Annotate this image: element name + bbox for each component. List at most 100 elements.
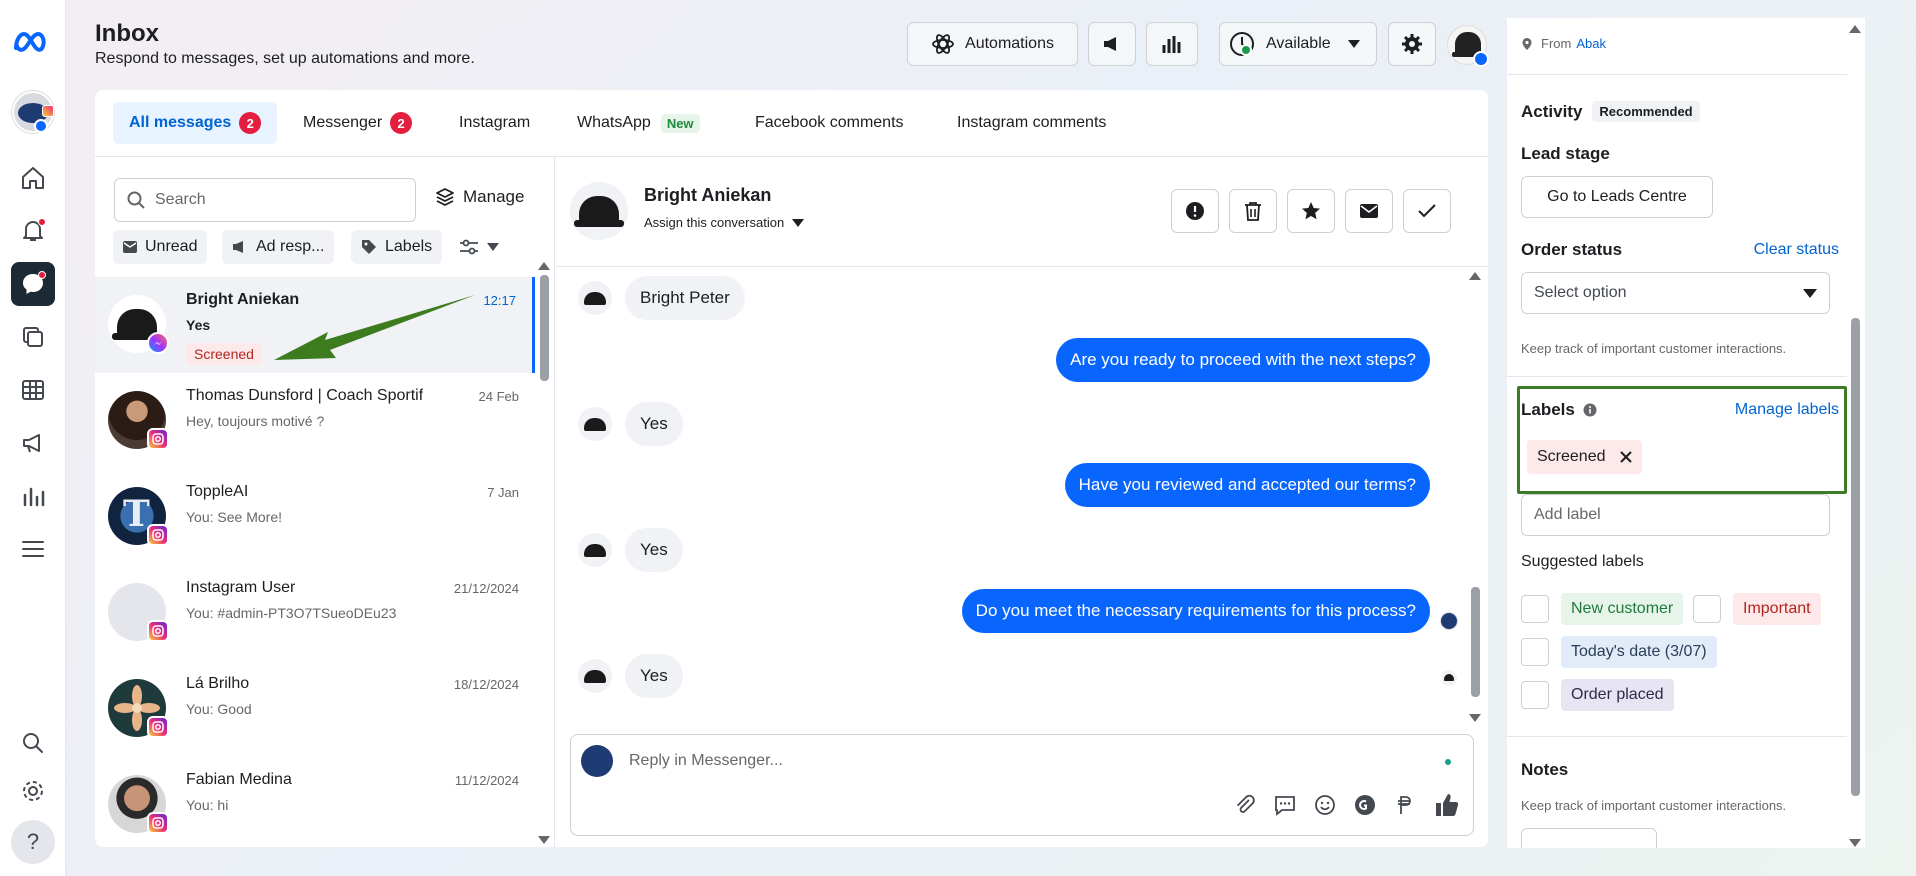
tab-facebook-comments[interactable]: Facebook comments bbox=[739, 102, 920, 144]
contact-name: Lá Brilho bbox=[186, 675, 250, 692]
conversation-item[interactable]: Lá Brilho You: Good 18/12/2024 bbox=[95, 661, 535, 757]
campaign-button[interactable] bbox=[1088, 22, 1136, 66]
chevron-down-icon bbox=[1803, 288, 1817, 298]
tab-instagram-comments[interactable]: Instagram comments bbox=[941, 102, 1122, 144]
details-scrollbar[interactable] bbox=[1847, 18, 1863, 848]
recommended-badge: Recommended bbox=[1592, 101, 1700, 122]
chevron-down-icon bbox=[487, 243, 499, 251]
online-dot bbox=[1445, 759, 1451, 765]
filter-settings[interactable] bbox=[449, 230, 509, 264]
order-status-help: Keep track of important customer interac… bbox=[1521, 341, 1787, 356]
conversation-item[interactable]: Thomas Dunsford | Coach Sportif Hey, tou… bbox=[95, 373, 535, 469]
list-scrollbar[interactable] bbox=[537, 257, 551, 847]
search-field[interactable]: Search bbox=[114, 178, 416, 222]
thumbs-up-icon[interactable] bbox=[1433, 792, 1459, 818]
tab-instagram[interactable]: Instagram bbox=[443, 102, 546, 144]
menu-hamburger-icon[interactable] bbox=[11, 527, 55, 571]
attachment-paperclip-icon[interactable] bbox=[1233, 793, 1257, 817]
help-icon[interactable]: ? bbox=[11, 820, 55, 864]
saved-replies-icon[interactable] bbox=[1273, 793, 1297, 817]
manage-button[interactable]: Manage bbox=[435, 187, 524, 207]
settings-gear-icon[interactable] bbox=[11, 769, 55, 813]
activity-title: Activity bbox=[1521, 101, 1583, 121]
sender-page-avatar bbox=[581, 745, 613, 777]
filter-label: Unread bbox=[145, 238, 198, 255]
availability-dropdown[interactable]: Available bbox=[1219, 22, 1377, 66]
clear-status-link[interactable]: Clear status bbox=[1754, 241, 1839, 259]
suggested-label-todays-date[interactable]: Today's date (3/07) bbox=[1561, 636, 1717, 668]
meta-logo-icon[interactable] bbox=[11, 20, 55, 64]
suggested-label-order-placed[interactable]: Order placed bbox=[1561, 679, 1674, 711]
remove-label-close-icon[interactable] bbox=[1619, 451, 1632, 463]
tab-whatsapp[interactable]: WhatsApp New bbox=[561, 102, 716, 144]
incoming-message: Yes bbox=[625, 654, 683, 698]
instagram-badge-icon bbox=[147, 428, 169, 450]
suggested-label-checkbox[interactable] bbox=[1693, 595, 1721, 623]
add-label-input[interactable]: Add label bbox=[1521, 494, 1830, 536]
page-avatar[interactable] bbox=[1447, 25, 1489, 67]
suggested-label-new-customer[interactable]: New customer bbox=[1561, 593, 1684, 625]
seen-indicator-avatar bbox=[1441, 670, 1457, 686]
notifications-bell-icon[interactable] bbox=[11, 209, 55, 253]
automations-button[interactable]: Automations bbox=[907, 22, 1078, 66]
message-preview: You: Good bbox=[186, 701, 252, 717]
order-status-title: Order status bbox=[1521, 240, 1623, 259]
conversation-item[interactable]: Fabian Medina You: hi 11/12/2024 bbox=[95, 757, 535, 847]
tab-all-messages[interactable]: All messages 2 bbox=[113, 102, 278, 144]
contact-mini-avatar bbox=[578, 659, 612, 693]
inbox-chat-icon[interactable] bbox=[11, 262, 55, 306]
payment-request-icon[interactable] bbox=[1393, 793, 1417, 817]
settings-button[interactable] bbox=[1388, 22, 1436, 66]
tab-label: Instagram bbox=[459, 114, 531, 131]
filter-ad-responses[interactable]: Ad resp... bbox=[222, 230, 335, 264]
gif-icon[interactable] bbox=[1353, 793, 1377, 817]
mark-spam-button[interactable] bbox=[1171, 189, 1219, 233]
delete-button[interactable] bbox=[1229, 189, 1277, 233]
order-status-select[interactable]: Select option bbox=[1521, 272, 1830, 314]
emoji-icon[interactable] bbox=[1313, 793, 1337, 817]
star-button[interactable] bbox=[1287, 189, 1335, 233]
mark-unread-button[interactable] bbox=[1345, 189, 1393, 233]
filter-label: Ad resp... bbox=[256, 238, 325, 255]
suggested-label-important[interactable]: Important bbox=[1733, 593, 1821, 625]
conversation-time: 12:17 bbox=[483, 293, 516, 308]
message-preview: Hey, toujours motivé ? bbox=[186, 413, 325, 429]
assign-conversation-dropdown[interactable]: Assign this conversation bbox=[644, 215, 805, 230]
page-subtitle: Respond to messages, set up automations … bbox=[95, 50, 475, 67]
info-icon[interactable] bbox=[1583, 403, 1597, 417]
page-title: Inbox bbox=[95, 20, 159, 47]
mark-done-button[interactable] bbox=[1403, 189, 1451, 233]
filter-labels[interactable]: Labels bbox=[351, 230, 443, 264]
planner-table-icon[interactable] bbox=[11, 368, 55, 412]
insights-button[interactable] bbox=[1146, 22, 1198, 66]
search-icon[interactable] bbox=[11, 721, 55, 765]
from-prefix: From bbox=[1541, 36, 1572, 51]
incoming-message: Yes bbox=[625, 528, 683, 572]
add-note-button[interactable] bbox=[1521, 828, 1657, 848]
conversation-item[interactable]: T ToppleAI You: See More! 7 Jan bbox=[95, 469, 535, 565]
insights-chart-icon[interactable] bbox=[11, 474, 55, 518]
tab-messenger[interactable]: Messenger 2 bbox=[287, 102, 428, 144]
suggested-label-checkbox[interactable] bbox=[1521, 638, 1549, 666]
layers-icon bbox=[436, 188, 454, 206]
home-icon[interactable] bbox=[11, 156, 55, 200]
megaphone-icon bbox=[1104, 37, 1116, 52]
filter-unread[interactable]: Unread bbox=[113, 230, 208, 264]
reply-composer[interactable]: Reply in Messenger... bbox=[570, 734, 1474, 836]
suggested-label-checkbox[interactable] bbox=[1521, 681, 1549, 709]
from-place-link[interactable]: Abak bbox=[1576, 36, 1606, 51]
suggested-label-checkbox[interactable] bbox=[1521, 595, 1549, 623]
instagram-badge-icon bbox=[147, 716, 169, 738]
automations-icon bbox=[932, 34, 954, 54]
conversation-item[interactable]: Instagram User You: #admin-PT3O7TSueoDEu… bbox=[95, 565, 535, 661]
manage-labels-link[interactable]: Manage labels bbox=[1735, 401, 1839, 419]
content-pages-icon[interactable] bbox=[11, 315, 55, 359]
message-preview: You: hi bbox=[186, 797, 229, 813]
incoming-message: Bright Peter bbox=[625, 276, 745, 320]
chat-scrollbar[interactable] bbox=[1468, 269, 1482, 725]
go-to-leads-centre-button[interactable]: Go to Leads Centre bbox=[1521, 176, 1713, 218]
tag-icon bbox=[362, 240, 376, 254]
ads-megaphone-icon[interactable] bbox=[11, 421, 55, 465]
applied-label-chip: Screened bbox=[1527, 440, 1642, 474]
account-avatar[interactable] bbox=[11, 90, 55, 134]
